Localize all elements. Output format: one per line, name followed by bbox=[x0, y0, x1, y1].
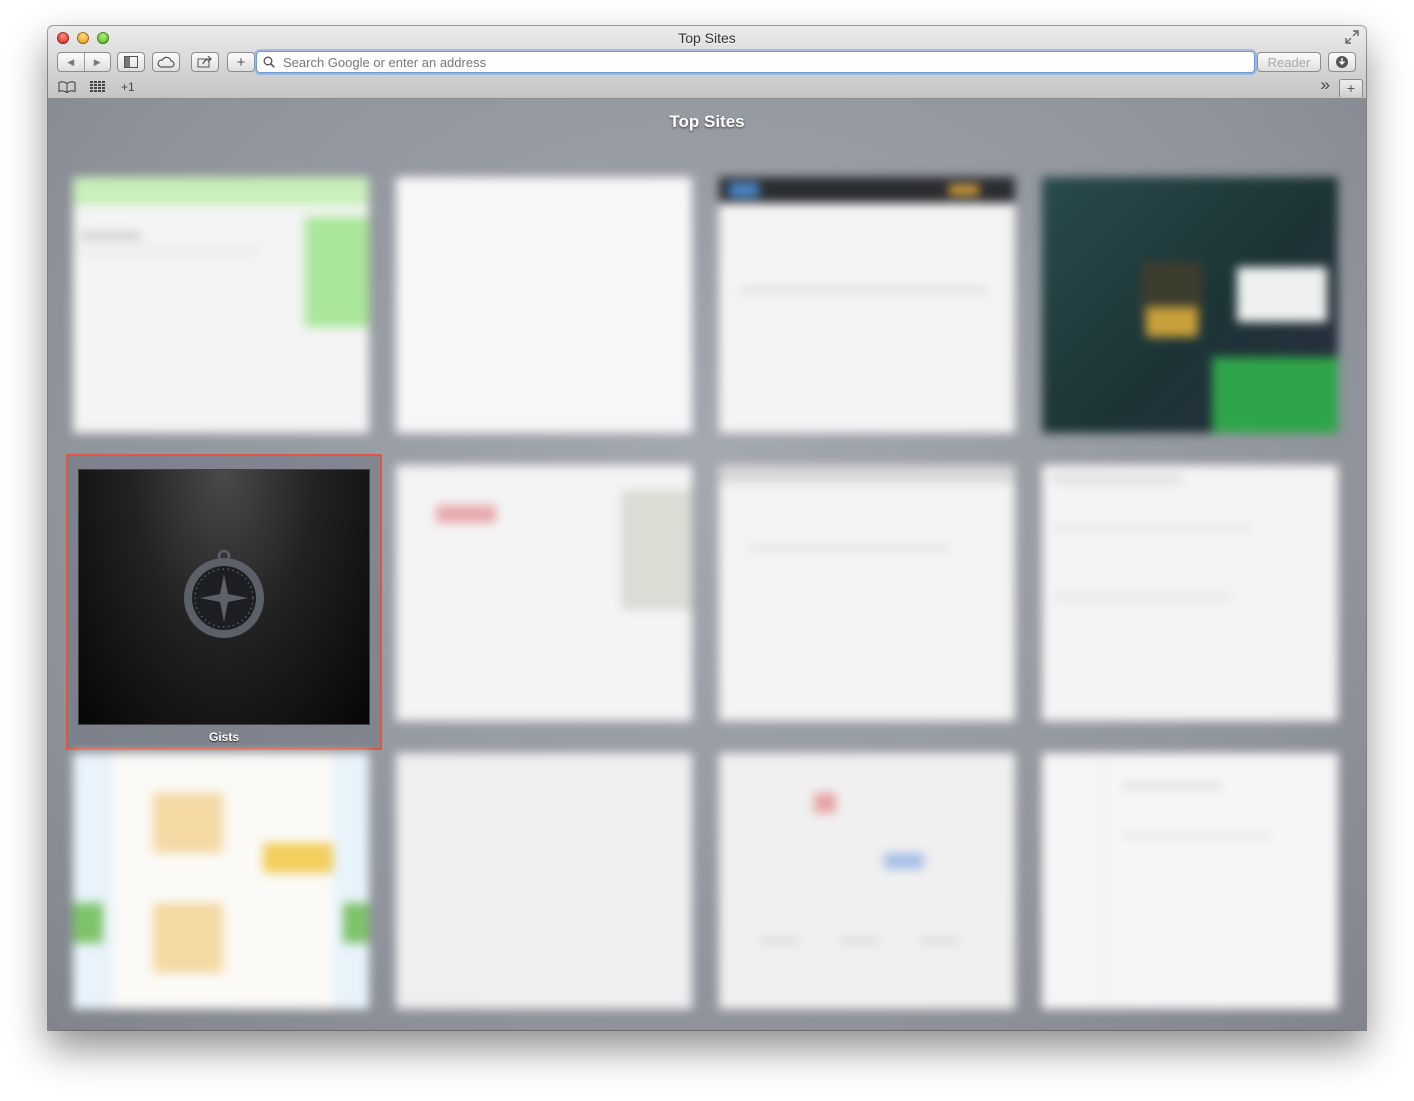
top-sites-button[interactable] bbox=[90, 79, 106, 95]
tile-label: Gists bbox=[208, 730, 239, 744]
top-site-tile[interactable] bbox=[73, 753, 369, 1009]
browser-window: Top Sites ◀ ▶ + Reader bbox=[48, 26, 1366, 1030]
top-site-tile[interactable] bbox=[1042, 753, 1338, 1009]
top-sites-view: Top Sites Gists bbox=[48, 99, 1366, 1030]
top-site-tile[interactable] bbox=[1042, 177, 1338, 433]
grid-icon bbox=[90, 81, 105, 92]
top-site-tile-gists[interactable]: Gists bbox=[66, 454, 382, 750]
top-site-tile[interactable] bbox=[719, 753, 1015, 1009]
share-icon bbox=[197, 56, 212, 68]
top-site-tile[interactable] bbox=[396, 753, 692, 1009]
top-site-tile[interactable] bbox=[719, 465, 1015, 721]
top-site-tile[interactable] bbox=[719, 177, 1015, 433]
bookmark-overflow-count[interactable]: +1 bbox=[121, 79, 135, 95]
forward-icon: ▶ bbox=[93, 56, 101, 67]
bookmarks-chevron-icon[interactable]: » bbox=[1321, 75, 1330, 94]
share-button[interactable] bbox=[191, 52, 219, 72]
back-icon: ◀ bbox=[67, 56, 75, 67]
top-site-tile[interactable] bbox=[396, 465, 692, 721]
add-bookmark-button[interactable]: + bbox=[227, 52, 255, 72]
back-forward-group: ◀ ▶ bbox=[57, 52, 111, 72]
top-site-tile[interactable] bbox=[73, 177, 369, 433]
new-tab-button[interactable]: + bbox=[1339, 79, 1363, 97]
top-site-tile[interactable] bbox=[396, 177, 692, 433]
sidebar-icon bbox=[124, 56, 138, 68]
icloud-tabs-button[interactable] bbox=[152, 52, 180, 72]
fullscreen-icon[interactable] bbox=[1344, 30, 1360, 46]
reading-list-button[interactable] bbox=[58, 79, 76, 95]
address-bar bbox=[256, 51, 1255, 73]
toolbar: Top Sites ◀ ▶ + Reader bbox=[48, 26, 1366, 99]
reader-button[interactable]: Reader bbox=[1257, 52, 1321, 72]
sidebar-button[interactable] bbox=[117, 52, 145, 72]
back-button[interactable]: ◀ bbox=[58, 53, 84, 71]
tile-thumbnail bbox=[79, 470, 369, 724]
search-icon bbox=[263, 56, 275, 68]
top-site-tile[interactable] bbox=[1042, 465, 1338, 721]
search-input[interactable] bbox=[281, 53, 1185, 71]
download-icon bbox=[1336, 56, 1348, 68]
downloads-button[interactable] bbox=[1328, 52, 1356, 72]
plus-icon: + bbox=[236, 53, 246, 71]
book-icon bbox=[58, 81, 76, 93]
cloud-icon bbox=[157, 56, 175, 68]
window-title: Top Sites bbox=[678, 30, 736, 46]
top-sites-heading: Top Sites bbox=[669, 112, 745, 131]
forward-button[interactable]: ▶ bbox=[83, 53, 111, 71]
bookmarks-bar: +1 » bbox=[48, 75, 1366, 98]
compass-icon bbox=[184, 549, 264, 638]
